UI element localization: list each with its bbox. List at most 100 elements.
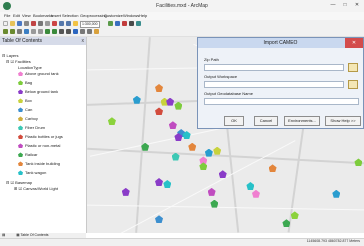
back-extent-icon[interactable] [45, 29, 50, 34]
menu-geoprocessing[interactable]: Geoprocessing [80, 13, 107, 18]
facility-point-marker[interactable] [210, 199, 219, 208]
menu-view[interactable]: View [22, 13, 31, 18]
zip-path-input[interactable] [204, 64, 344, 71]
facility-point-marker[interactable] [163, 180, 172, 188]
toc-facilities-row[interactable]: ⊟ ☑ Facilities [6, 59, 31, 64]
facility-point-marker[interactable] [213, 146, 222, 155]
copy-icon[interactable] [38, 21, 43, 26]
legend-item[interactable]: Bag [18, 80, 32, 86]
menu-edit[interactable]: Edit [13, 13, 20, 18]
maximize-button[interactable]: □ [340, 1, 350, 10]
forward-extent-icon[interactable] [52, 29, 57, 34]
identify-icon[interactable] [73, 29, 78, 34]
legend-item[interactable]: Above ground tank [18, 71, 59, 77]
facility-point-marker[interactable] [155, 83, 164, 92]
menu-file[interactable]: File [4, 13, 10, 18]
cut-icon[interactable] [31, 21, 36, 26]
pan-icon[interactable] [17, 29, 22, 34]
open-folder-icon[interactable] [10, 21, 15, 26]
legend-item[interactable]: Railcar [18, 152, 37, 158]
zip-path-browse-icon[interactable] [348, 63, 358, 72]
print-icon[interactable] [24, 21, 29, 26]
arctoolbox-icon[interactable] [122, 21, 127, 26]
editor-icon[interactable] [108, 21, 113, 26]
facility-point-marker[interactable] [166, 97, 175, 106]
output-workspace-input[interactable] [204, 81, 344, 88]
paste-icon[interactable] [45, 21, 50, 26]
facility-point-marker[interactable] [168, 121, 177, 130]
pentagon-symbol-icon [18, 134, 23, 140]
legend-item[interactable]: Can [18, 107, 32, 113]
legend-item[interactable]: Tank inside building [18, 161, 60, 167]
measure-icon[interactable] [87, 29, 92, 34]
facility-point-marker[interactable] [121, 187, 130, 196]
full-extent-icon[interactable] [24, 29, 29, 34]
map-scale-field[interactable]: 1:300,000 [80, 21, 100, 28]
delete-icon[interactable] [52, 21, 57, 26]
catalog-tab-icon[interactable]: ▤ [2, 233, 5, 237]
find-icon[interactable] [80, 29, 85, 34]
facility-point-marker[interactable] [155, 107, 164, 116]
modelbuilder-icon[interactable] [136, 21, 141, 26]
facility-point-marker[interactable] [354, 158, 363, 167]
facility-point-marker[interactable] [251, 189, 260, 198]
menu-insert[interactable]: Insert [51, 13, 61, 18]
menu-bookmarks[interactable]: Bookmarks [33, 13, 53, 18]
save-icon[interactable] [17, 21, 22, 26]
pentagon-symbol-icon [18, 107, 23, 113]
dialog-close-button[interactable]: ✕ [345, 38, 363, 48]
zoom-in-icon[interactable] [3, 29, 8, 34]
zoom-out-icon[interactable] [10, 29, 15, 34]
legend-item[interactable]: Fiber Drum [18, 125, 45, 131]
toc-basemap-sublayer-row[interactable]: ⊞ ☑ Canvas/World Light [14, 186, 58, 191]
facility-point-marker[interactable] [218, 170, 227, 179]
minimize-button[interactable]: — [328, 1, 338, 10]
menu-selection[interactable]: Selection [62, 13, 78, 18]
python-window-icon[interactable] [129, 21, 134, 26]
toc-tab-label[interactable]: Table Of Contents [21, 233, 49, 237]
show-help-button[interactable]: Show Help >> [325, 116, 361, 126]
facility-point-marker[interactable] [107, 117, 116, 126]
toc-basemap-row[interactable]: ⊟ ☑ Basemap [6, 180, 32, 185]
facility-point-marker[interactable] [155, 215, 164, 224]
toc-close-button[interactable]: x [82, 37, 85, 45]
legend-item[interactable]: Box [18, 98, 32, 104]
new-document-icon[interactable] [3, 21, 8, 26]
clear-selection-icon[interactable] [66, 29, 71, 34]
menu-help[interactable]: Help [139, 13, 147, 18]
facility-point-marker[interactable] [207, 187, 216, 196]
undo-icon[interactable] [59, 21, 64, 26]
legend-item[interactable]: Below ground tank [18, 89, 58, 95]
redo-icon[interactable] [66, 21, 71, 26]
legend-item[interactable]: Carboy [18, 116, 38, 122]
environments-button[interactable]: Environments... [284, 116, 320, 126]
facility-point-marker[interactable] [188, 142, 197, 151]
output-gdb-name-input[interactable] [204, 98, 359, 105]
menu-windows[interactable]: Windows [123, 13, 139, 18]
legend-item[interactable]: Plastic bottles or jugs [18, 134, 63, 140]
facility-point-marker[interactable] [174, 101, 183, 110]
facility-point-marker[interactable] [204, 148, 213, 157]
legend-item[interactable]: Tank wagon [18, 170, 46, 176]
toc-layers-row[interactable]: ⊟ Layers [2, 53, 18, 58]
pentagon-symbol-icon [18, 71, 23, 77]
add-data-icon[interactable] [73, 21, 78, 26]
fixed-zoom-in-icon[interactable] [31, 29, 36, 34]
select-features-icon[interactable] [59, 29, 64, 34]
output-workspace-browse-icon[interactable] [348, 80, 358, 89]
cancel-button[interactable]: Cancel [254, 116, 278, 126]
facility-point-marker[interactable] [132, 95, 141, 104]
facility-point-marker[interactable] [268, 164, 277, 173]
menu-customize[interactable]: Customize [104, 13, 123, 18]
facility-point-marker[interactable] [332, 189, 341, 198]
table-of-contents-panel: Table Of Contents x ⊟ Layers ⊟ ☑ Facilit… [0, 37, 87, 233]
legend-item[interactable]: Plastic or non-metal [18, 143, 60, 149]
fixed-zoom-out-icon[interactable] [38, 29, 43, 34]
close-button[interactable]: ✕ [352, 1, 362, 10]
hyperlink-icon[interactable] [94, 29, 99, 34]
toc-tab-icon[interactable]: ▦ [16, 233, 19, 237]
facility-point-marker[interactable] [155, 178, 164, 187]
ok-button[interactable]: OK [224, 116, 244, 126]
facility-point-marker[interactable] [246, 181, 255, 190]
catalog-icon[interactable] [115, 21, 120, 26]
